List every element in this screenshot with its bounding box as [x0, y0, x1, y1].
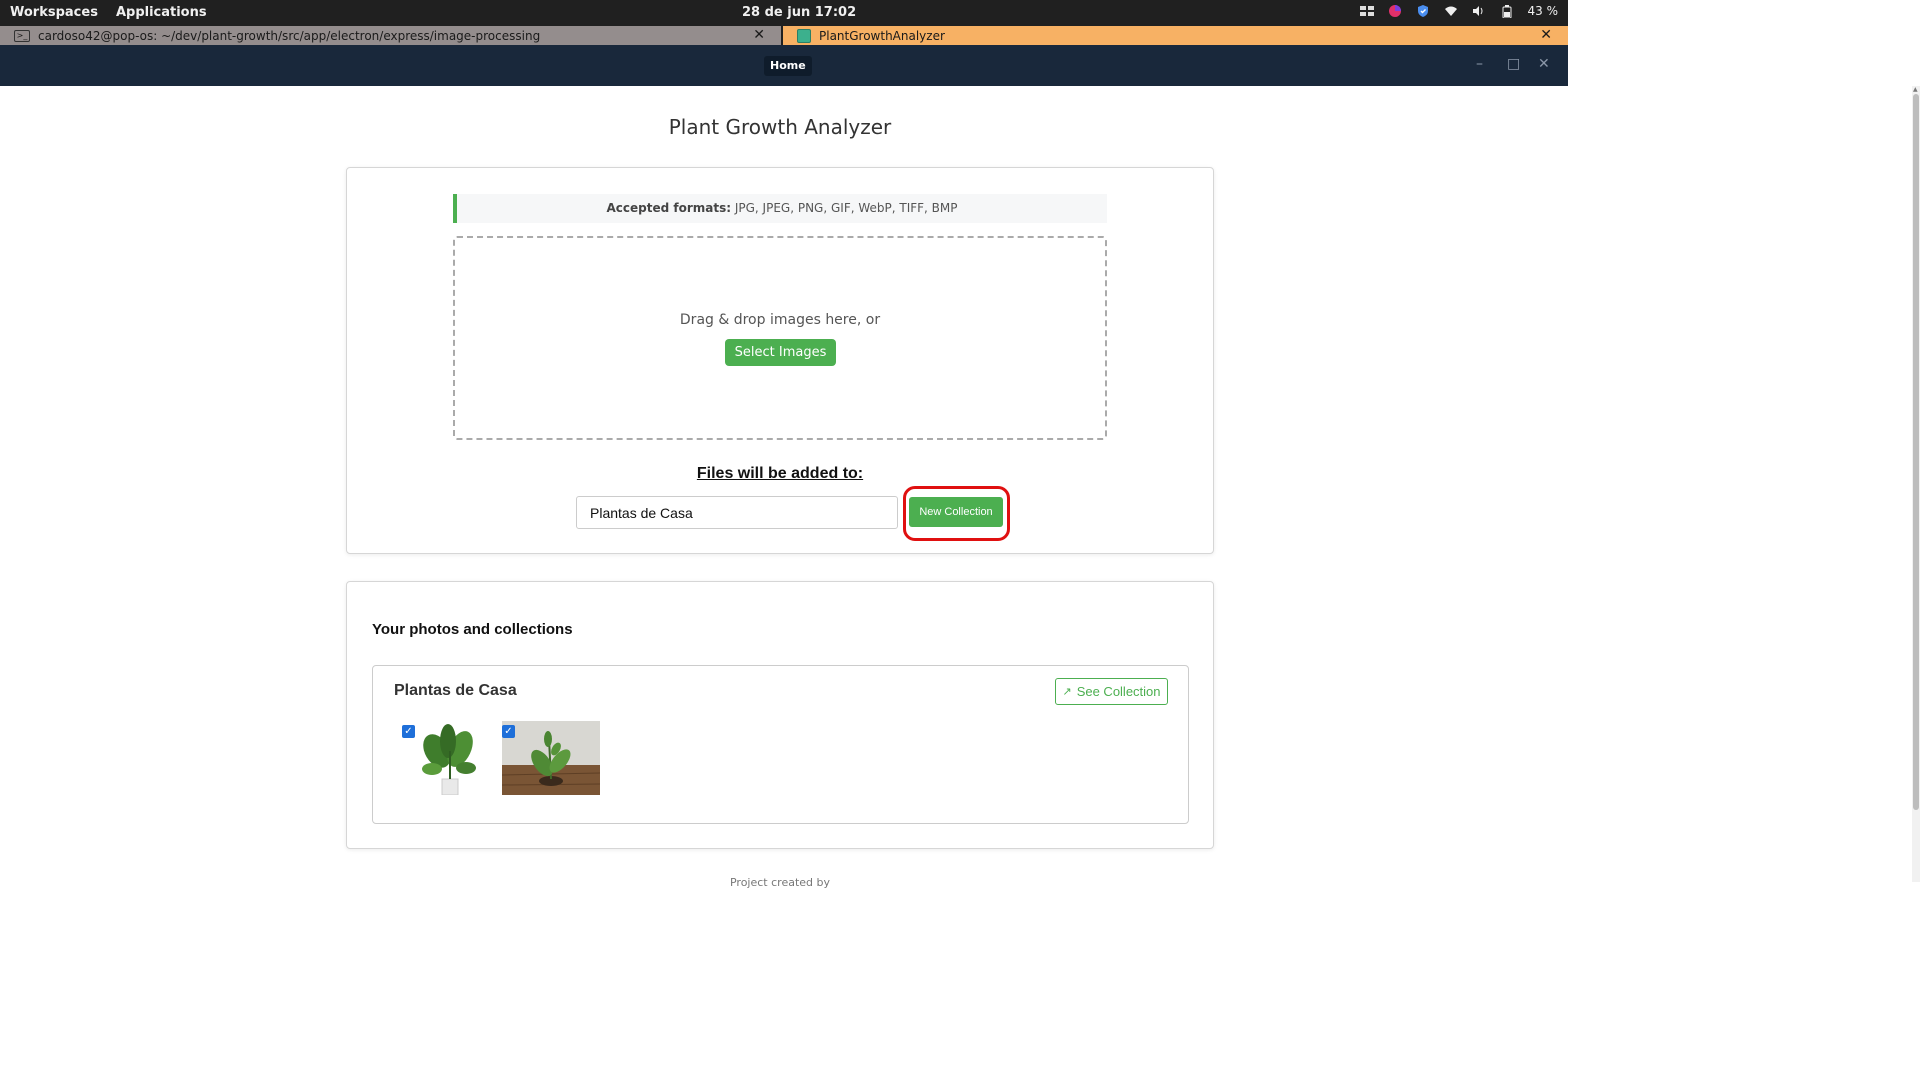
tab-terminal[interactable]: >_ cardoso42@pop-os: ~/dev/plant-growth/… [0, 26, 783, 45]
photo-checkbox[interactable]: ✓ [402, 725, 415, 738]
collection-input[interactable] [576, 496, 898, 529]
drop-zone-text: Drag & drop images here, or [679, 312, 881, 328]
workspaces-menu[interactable]: Workspaces [10, 5, 98, 20]
photos-section-title: Your photos and collections [372, 621, 573, 638]
volume-icon[interactable] [1472, 4, 1486, 18]
see-collection-label: See Collection [1076, 684, 1161, 699]
shield-icon[interactable] [1416, 4, 1430, 18]
formats-label: Accepted formats: [606, 201, 732, 215]
collection-photo[interactable]: ✓ [502, 721, 600, 795]
minimize-icon[interactable]: – [1476, 56, 1483, 72]
main-content: Plant Growth Analyzer Accepted formats: … [0, 86, 1560, 889]
maximize-icon[interactable]: □ [1507, 56, 1520, 72]
upload-card: Accepted formats: JPG, JPEG, PNG, GIF, W… [346, 167, 1214, 554]
see-collection-button[interactable]: ↗ See Collection [1055, 678, 1168, 705]
window-tabs: >_ cardoso42@pop-os: ~/dev/plant-growth/… [0, 26, 1568, 45]
highlight-outline: New Collection [903, 486, 1010, 541]
formats-value: JPG, JPEG, PNG, GIF, WebP, TIFF, BMP [731, 201, 958, 215]
app-icon [797, 28, 811, 43]
photos-card: Your photos and collections Plantas de C… [346, 581, 1214, 849]
select-images-button[interactable]: Select Images [725, 339, 836, 366]
collection-photo[interactable]: ✓ [402, 721, 500, 795]
plant-on-table-icon [502, 721, 600, 795]
accepted-formats-banner: Accepted formats: JPG, JPEG, PNG, GIF, W… [453, 194, 1107, 223]
applications-menu[interactable]: Applications [116, 5, 207, 20]
new-collection-button[interactable]: New Collection [909, 497, 1003, 527]
scrollbar[interactable]: ▲ [1912, 86, 1920, 882]
files-added-to-label: Files will be added to: [696, 465, 864, 482]
close-window-icon[interactable]: ✕ [1538, 56, 1550, 72]
tab-app-label: PlantGrowthAnalyzer [819, 28, 945, 43]
collection-name: Plantas de Casa [394, 682, 517, 699]
wifi-icon[interactable] [1444, 4, 1458, 18]
terminal-icon: >_ [14, 29, 30, 42]
clock[interactable]: 28 de jun 17:02 [742, 5, 856, 20]
scrollbar-thumb[interactable] [1913, 94, 1919, 810]
potted-plant-icon [422, 724, 476, 795]
page-title: Plant Growth Analyzer [668, 115, 892, 139]
collection-card: Plantas de Casa ↗ See Collection ✓ ✓ [372, 665, 1189, 824]
tab-plant-growth-analyzer[interactable]: PlantGrowthAnalyzer ✕ [783, 26, 1568, 45]
drop-zone[interactable]: Drag & drop images here, or Select Image… [453, 236, 1107, 440]
photo-checkbox[interactable]: ✓ [502, 725, 515, 738]
battery-percent[interactable]: 43 % [1528, 4, 1559, 18]
os-top-bar: Workspaces Applications 28 de jun 17:02 … [0, 0, 1568, 26]
battery-icon[interactable] [1500, 4, 1514, 18]
scroll-up-arrow-icon[interactable]: ▲ [1913, 86, 1918, 93]
home-button[interactable]: Home [764, 56, 812, 76]
close-icon[interactable]: ✕ [1540, 27, 1552, 43]
tab-terminal-label: cardoso42@pop-os: ~/dev/plant-growth/src… [38, 28, 541, 43]
app-indicator-icon[interactable] [1388, 4, 1402, 18]
app-header: Home – □ ✕ [0, 45, 1568, 86]
footer-credit: Project created by [729, 876, 831, 889]
close-icon[interactable]: ✕ [753, 27, 765, 43]
grid-icon[interactable] [1359, 4, 1374, 18]
external-link-icon: ↗ [1062, 686, 1072, 698]
